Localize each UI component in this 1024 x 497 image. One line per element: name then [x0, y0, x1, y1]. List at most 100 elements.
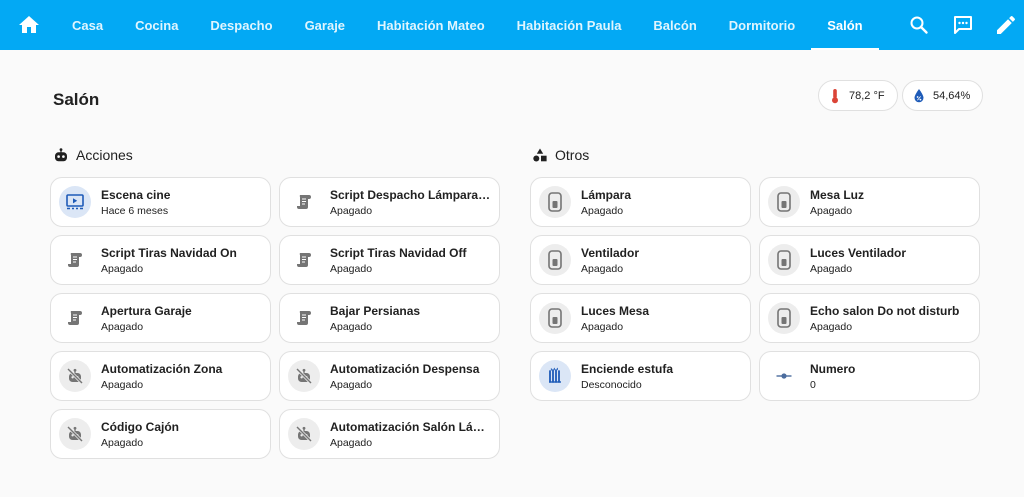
temperature-value: 78,2 °F	[849, 89, 885, 102]
tile-codigo-cajon[interactable]: Código Cajón Apagado	[50, 409, 271, 459]
tab-garaje[interactable]: Garaje	[289, 0, 361, 50]
tile-ventilador[interactable]: Ventilador Apagado	[530, 235, 751, 285]
tab-casa[interactable]: Casa	[56, 0, 119, 50]
tile-lampara[interactable]: Lámpara Apagado	[530, 177, 751, 227]
tile-state: Apagado	[330, 204, 373, 217]
tile-automatizacion-zona[interactable]: Automatización Zona Apagado	[50, 351, 271, 401]
tile-name: Automatización Salón Lámpara	[330, 419, 492, 434]
script-icon	[288, 302, 320, 334]
tile-script-tiras-navidad-on[interactable]: Script Tiras Navidad On Apagado	[50, 235, 271, 285]
tile-state: Apagado	[581, 320, 624, 333]
pencil-edit-icon[interactable]	[994, 13, 1018, 37]
switch-icon	[768, 244, 800, 276]
tile-state: Desconocido	[581, 378, 642, 391]
tile-name: Automatización Despensa	[330, 361, 480, 376]
tile-luces-mesa[interactable]: Luces Mesa Apagado	[530, 293, 751, 343]
robot-off-icon	[59, 418, 91, 450]
tile-state: 0	[810, 378, 816, 391]
tile-escena-cine[interactable]: Escena cine Hace 6 meses	[50, 177, 271, 227]
tile-automatizacion-despensa[interactable]: Automatización Despensa Apagado	[279, 351, 500, 401]
humidity-badge[interactable]: 54,64%	[902, 80, 984, 111]
tile-state: Apagado	[101, 378, 144, 391]
tab-cocina[interactable]: Cocina	[119, 0, 194, 50]
tile-name: Mesa Luz	[810, 187, 865, 202]
tile-state: Hace 6 meses	[101, 204, 169, 217]
palette-scene-icon	[59, 186, 91, 218]
tab-salon[interactable]: Salón	[811, 0, 880, 50]
tile-name: Ventilador	[581, 245, 640, 260]
switch-icon	[539, 302, 571, 334]
tile-state: Apagado	[330, 436, 373, 449]
tab-despacho[interactable]: Despacho	[194, 0, 288, 50]
tile-name: Echo salon Do not disturb	[810, 303, 960, 318]
switch-icon	[539, 186, 571, 218]
tile-name: Escena cine	[101, 187, 171, 202]
switch-icon	[539, 244, 571, 276]
section-otros-heading: Otros	[532, 147, 589, 163]
assist-chat-icon[interactable]	[951, 13, 975, 37]
tab-dormitorio[interactable]: Dormitorio	[713, 0, 811, 50]
robot-off-icon	[288, 418, 320, 450]
tile-name: Script Tiras Navidad On	[101, 245, 237, 260]
view-tabs: Casa Cocina Despacho Garaje Habitación M…	[56, 0, 880, 50]
tile-name: Código Cajón	[101, 419, 179, 434]
tile-name: Numero	[810, 361, 856, 376]
tile-bajar-persianas[interactable]: Bajar Persianas Apagado	[279, 293, 500, 343]
tile-script-tiras-navidad-off[interactable]: Script Tiras Navidad Off Apagado	[279, 235, 500, 285]
tile-name: Script Tiras Navidad Off	[330, 245, 467, 260]
thermometer-icon	[832, 88, 838, 103]
tile-name: Luces Ventilador	[810, 245, 907, 260]
home-icon[interactable]	[17, 13, 41, 37]
tile-apertura-garaje[interactable]: Apertura Garaje Apagado	[50, 293, 271, 343]
tile-name: Lámpara	[581, 187, 632, 202]
tile-state: Apagado	[101, 320, 144, 333]
tile-state: Apagado	[581, 262, 624, 275]
tile-name: Luces Mesa	[581, 303, 650, 318]
tile-mesa-luz[interactable]: Mesa Luz Apagado	[759, 177, 980, 227]
tile-state: Apagado	[581, 204, 624, 217]
otros-grid: Lámpara Apagado Mesa Luz Apagado Ventila…	[530, 177, 980, 401]
script-icon	[59, 244, 91, 276]
tile-state: Apagado	[330, 320, 373, 333]
tile-automatizacion-salon-lampara[interactable]: Automatización Salón Lámpara Apagado	[279, 409, 500, 459]
tile-state: Apagado	[101, 436, 144, 449]
section-title: Acciones	[76, 147, 133, 163]
tile-state: Apagado	[810, 320, 853, 333]
acciones-grid: Escena cine Hace 6 meses Script Despacho…	[50, 177, 500, 459]
tile-name: Apertura Garaje	[101, 303, 192, 318]
tile-state: Apagado	[101, 262, 144, 275]
tile-luces-ventilador[interactable]: Luces Ventilador Apagado	[759, 235, 980, 285]
tile-numero[interactable]: Numero 0	[759, 351, 980, 401]
switch-icon	[768, 302, 800, 334]
search-icon[interactable]	[907, 13, 931, 37]
radiator-icon	[539, 360, 571, 392]
tile-name: Automatización Zona	[101, 361, 223, 376]
script-icon	[59, 302, 91, 334]
tile-state: Apagado	[330, 262, 373, 275]
tab-habitacion-mateo[interactable]: Habitación Mateo	[361, 0, 501, 50]
tile-echo-salon-dnd[interactable]: Echo salon Do not disturb Apagado	[759, 293, 980, 343]
switch-icon	[768, 186, 800, 218]
section-title: Otros	[555, 147, 590, 163]
ray-vertex-icon	[768, 360, 800, 392]
tab-balcon[interactable]: Balcón	[637, 0, 712, 50]
humidity-value: 54,64%	[933, 89, 971, 102]
script-icon	[288, 244, 320, 276]
temperature-badge[interactable]: 78,2 °F	[818, 80, 898, 111]
top-app-bar: Casa Cocina Despacho Garaje Habitación M…	[0, 0, 1024, 50]
tile-state: Apagado	[810, 204, 853, 217]
robot-icon	[55, 148, 67, 162]
tile-name: Script Despacho Lámpara Escritorio	[330, 187, 492, 202]
water-percent-icon	[914, 89, 924, 103]
robot-off-icon	[288, 360, 320, 392]
shape-icon	[533, 148, 547, 162]
robot-off-icon	[59, 360, 91, 392]
tile-script-despacho-lampara[interactable]: Script Despacho Lámpara Escritorio Apaga…	[279, 177, 500, 227]
tile-name: Enciende estufa	[581, 361, 674, 376]
tile-name: Bajar Persianas	[330, 303, 421, 318]
tile-enciende-estufa[interactable]: Enciende estufa Desconocido	[530, 351, 751, 401]
tab-habitacion-paula[interactable]: Habitación Paula	[501, 0, 638, 50]
tile-state: Apagado	[810, 262, 853, 275]
script-icon	[288, 186, 320, 218]
page-title: Salón	[53, 90, 100, 109]
